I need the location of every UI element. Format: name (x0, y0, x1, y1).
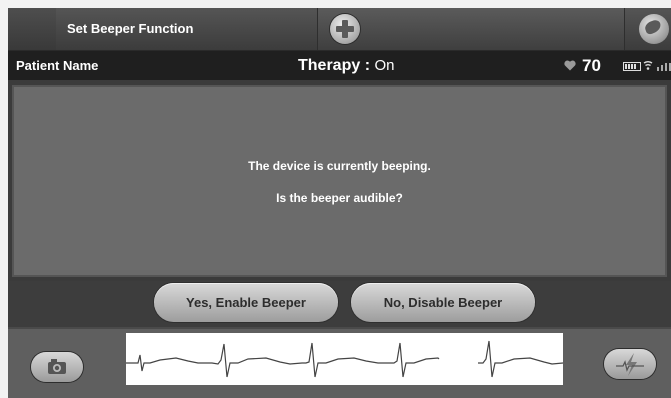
bottom-strip (8, 327, 671, 398)
plus-icon[interactable] (330, 14, 360, 44)
top-bar: Set Beeper Function (8, 8, 671, 51)
therapy-label: Therapy : (298, 57, 375, 74)
patient-name: Patient Name (16, 58, 99, 73)
heart-rate-value: 70 (582, 56, 601, 75)
status-bar: Patient Name Therapy : On 70 (8, 51, 671, 80)
disable-beeper-button[interactable]: No, Disable Beeper (351, 283, 535, 322)
left-tab[interactable] (8, 8, 57, 50)
button-bar: Yes, Enable Beeper No, Disable Beeper (8, 281, 671, 327)
globe-button[interactable] (624, 8, 671, 50)
message-line-1: The device is currently beeping. (248, 159, 431, 173)
ecg-waveform (126, 333, 563, 385)
battery-icon (623, 62, 641, 71)
globe-icon (639, 14, 669, 44)
screen-title: Set Beeper Function (56, 8, 318, 50)
enable-beeper-button[interactable]: Yes, Enable Beeper (154, 283, 338, 322)
pulse-icon (616, 353, 644, 376)
wifi-icon (643, 61, 653, 70)
heart-icon (564, 60, 576, 71)
message-line-2: Is the beeper audible? (276, 191, 403, 205)
pulse-button[interactable] (604, 349, 656, 379)
camera-icon (48, 359, 66, 374)
camera-button[interactable] (31, 352, 83, 382)
device-screen: Set Beeper Function Patient Name Therapy… (8, 8, 671, 398)
message-panel: The device is currently beeping. Is the … (12, 85, 667, 277)
therapy-status: Therapy : On (298, 51, 394, 80)
signal-icon (657, 63, 671, 71)
therapy-value: On (374, 57, 395, 74)
